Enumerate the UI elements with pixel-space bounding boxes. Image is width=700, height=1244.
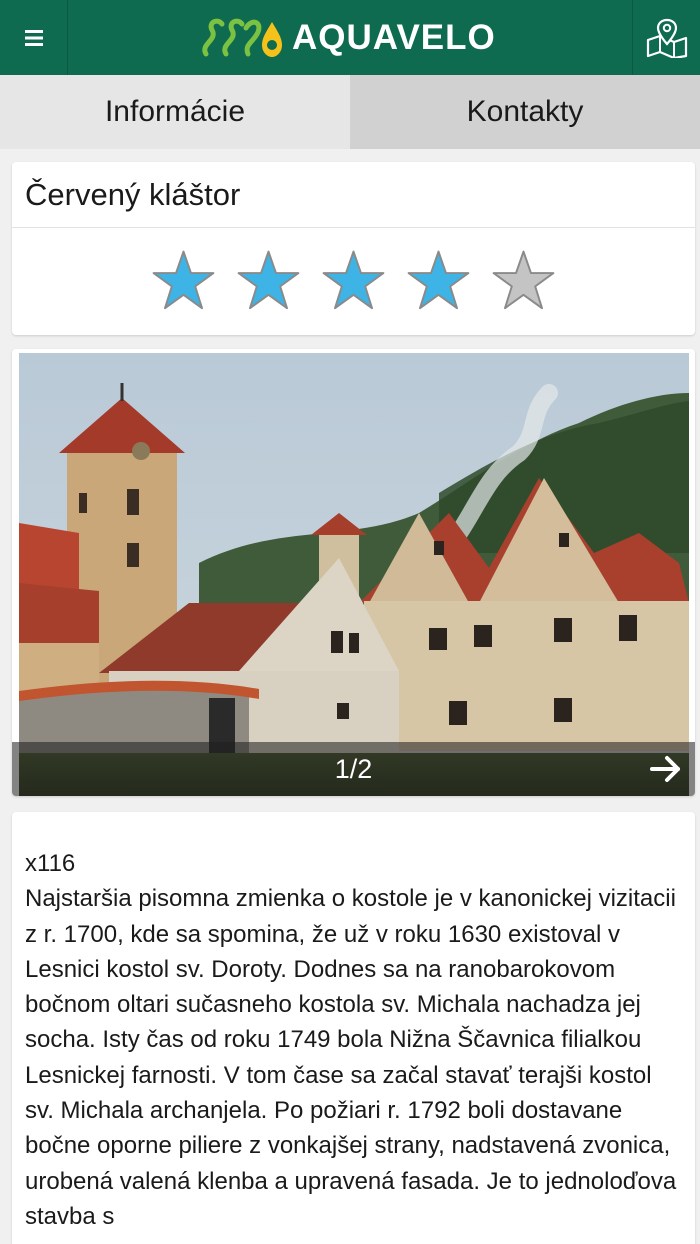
aquavelo-logo: AQUAVELO (200, 14, 496, 62)
star-empty-icon (492, 250, 555, 310)
arrow-right-icon[interactable] (647, 750, 685, 788)
map-pin-icon (646, 18, 687, 58)
tab-label: Kontakty (466, 95, 584, 128)
tab-informacie[interactable]: Informácie (0, 75, 350, 149)
star-filled-icon (237, 250, 300, 310)
tab-kontakty[interactable]: Kontakty (350, 75, 700, 149)
star-filled-icon (322, 250, 385, 310)
place-code: x116 (25, 850, 76, 877)
tab-bar: Informácie Kontakty (0, 75, 700, 149)
gallery-controls: 1/2 (12, 742, 695, 796)
app-header: AQUAVELO (0, 0, 700, 75)
description-card: x116 Najstaršia pisomna zmienka o kostol… (12, 812, 695, 1244)
hamburger-menu-icon (24, 29, 43, 46)
place-title: Červený kláštor (12, 162, 695, 228)
logo-text: AQUAVELO (292, 18, 496, 57)
rating-stars (12, 228, 695, 335)
menu-button[interactable] (0, 0, 68, 75)
photo-counter: 1/2 (334, 753, 373, 784)
photo-gallery[interactable]: 1/2 (12, 349, 695, 796)
logo-mark-icon (202, 18, 282, 57)
monastery-photo (19, 353, 689, 796)
tab-label: Informácie (104, 95, 246, 128)
star-filled-icon (407, 250, 470, 310)
description-text: Najstaršia pisomna zmienka o kostole je … (25, 885, 677, 1230)
place-header-card: Červený kláštor (12, 162, 695, 335)
map-button[interactable] (632, 0, 700, 75)
star-filled-icon (152, 250, 215, 310)
